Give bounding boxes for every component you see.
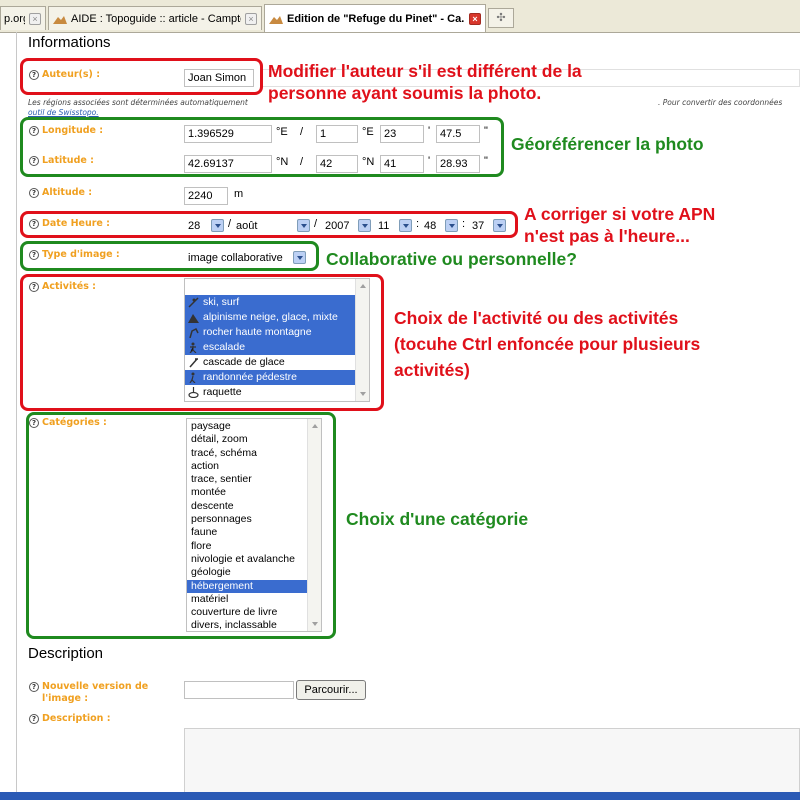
annotation-box-date — [20, 211, 518, 238]
help-icon[interactable]: ? — [29, 188, 39, 198]
field-label-altitude: ? Altitude : — [29, 187, 92, 198]
annotation-type: Collaborative ou personnelle? — [326, 249, 577, 269]
file-path-input[interactable] — [184, 681, 294, 699]
annotation-activites: Choix de l'activité ou des activités (to… — [394, 308, 701, 380]
annotation-box-categorie — [26, 412, 336, 639]
annotation-box-geo — [20, 117, 504, 177]
field-label-description: ? Description : — [29, 713, 111, 724]
description-textarea[interactable] — [184, 728, 800, 800]
page-left-border — [16, 32, 17, 792]
annotation-categorie: Choix d'une catégorie — [346, 509, 529, 529]
new-tab-button[interactable]: ✣ — [488, 8, 514, 28]
annotation-auteur: Modifier l'auteur s'il est différent de … — [268, 61, 582, 103]
favicon-mountain-icon — [269, 14, 283, 24]
help-icon[interactable]: ? — [29, 714, 39, 724]
help-icon[interactable]: ? — [29, 682, 39, 692]
section-title-description: Description — [28, 645, 104, 662]
favicon-mountain-icon — [53, 14, 67, 24]
taskbar — [0, 792, 800, 800]
tab-2-label: AIDE : Topoguide :: article - Camptoca..… — [71, 12, 241, 25]
altitude-unit: m — [234, 188, 244, 200]
conversion-note: . Pour convertir des coordonnées — [658, 98, 783, 107]
tab-close-icon[interactable]: × — [469, 12, 481, 25]
annotation-geo: Géoréférencer la photo — [511, 134, 704, 154]
tab-1[interactable]: p.org × — [0, 6, 46, 30]
tab-3-label: Edition de "Refuge du Pinet" - Ca... — [287, 12, 465, 25]
tab-close-icon[interactable]: × — [245, 12, 257, 25]
annotation-box-type — [20, 241, 319, 271]
browse-button[interactable]: Parcourir... — [296, 680, 366, 700]
tab-3-active[interactable]: Edition de "Refuge du Pinet" - Ca... × — [264, 4, 486, 32]
section-title-informations: Informations — [28, 34, 111, 51]
tab-2[interactable]: AIDE : Topoguide :: article - Camptoca..… — [48, 6, 262, 30]
swisstopo-link[interactable]: outil de Swisstopo. — [28, 108, 99, 117]
annotation-box-auteur — [20, 58, 263, 95]
tab-close-icon[interactable]: × — [29, 12, 41, 25]
browser-tab-bar: p.org × AIDE : Topoguide :: article - Ca… — [0, 0, 800, 33]
field-label-nouvelle-version: ? Nouvelle version de l'image : — [29, 681, 148, 705]
altitude-input[interactable]: 2240 — [184, 187, 228, 205]
annotation-date: A corriger si votre APN n'est pas à l'he… — [524, 204, 716, 246]
tab-1-label: p.org — [4, 12, 25, 25]
regions-note: Les régions associées sont déterminées a… — [28, 98, 248, 107]
annotation-box-activites — [20, 274, 384, 411]
